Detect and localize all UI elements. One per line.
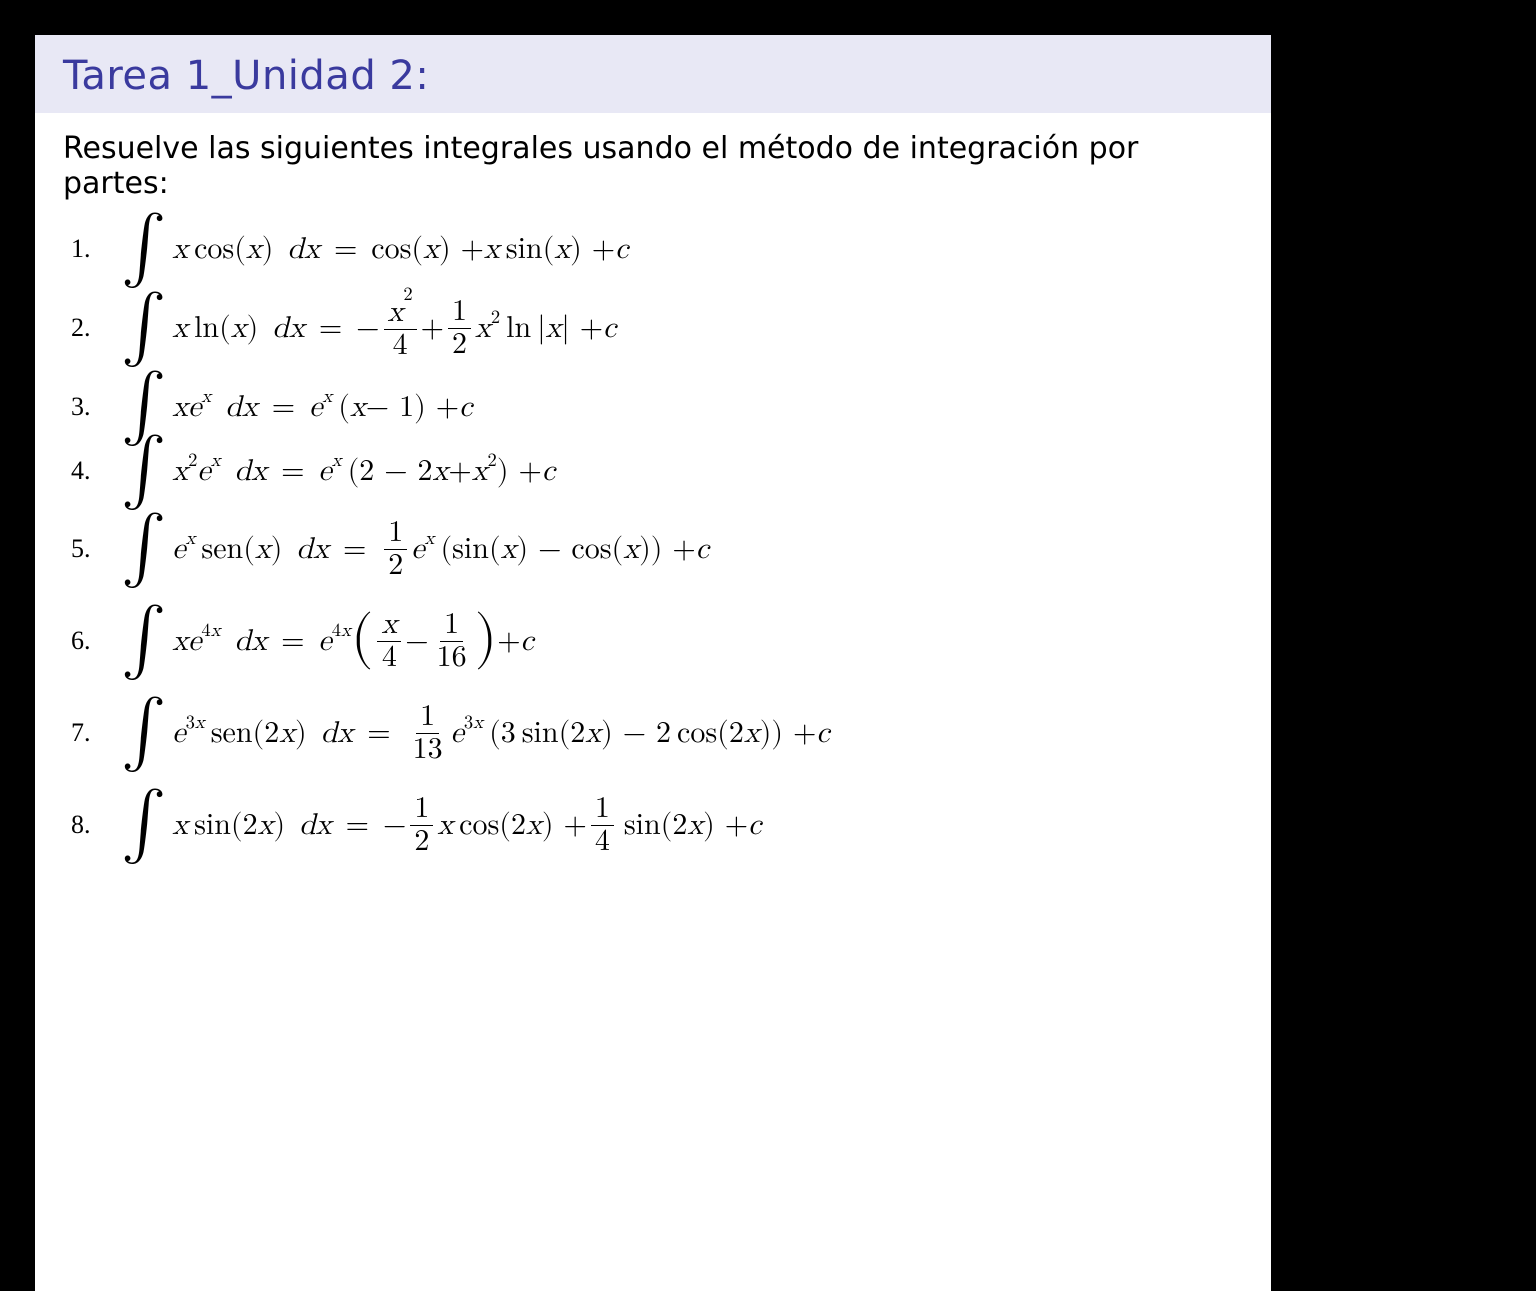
item-number: 3. [71,392,121,422]
equation: ∫ xexdx = ex(x − 1) + c [121,389,472,425]
equation: ∫ xln(x)dx = −x24 +12x2ln|x| + c [121,295,616,361]
item-number: 2. [71,313,121,343]
list-item: 8. ∫ xsin(2x)dx = −12xcos(2x) +14sin(2x)… [71,779,1243,871]
item-number: 5. [71,534,121,564]
list-item: 1. ∫ xcos(x)dx = cos(x) + xsin(x) + c [71,217,1243,281]
item-number: 8. [71,810,121,840]
equation: ∫ exsen(x)dx = 12ex(sin(x) − cos(x)) + c [121,517,709,581]
list-item: 2. ∫ xln(x)dx = −x24 +12x2ln|x| + c [71,281,1243,375]
list-item: 5. ∫ exsen(x)dx = 12ex(sin(x) − cos(x)) … [71,503,1243,595]
item-number: 7. [71,718,121,748]
equation: ∫ x2exdx = ex(2 − 2x + x2) + c [121,453,555,489]
equation: ∫ e3xsen(2x)dx = 113e3x(3sin(2x) − 2cos(… [121,701,830,765]
list-item: 6. ∫ xe4xdx = e4x ( x4 − 116 ) + c [71,595,1243,687]
equation: ∫ xsin(2x)dx = −12xcos(2x) +14sin(2x) + … [121,793,761,857]
equation: ∫ xcos(x)dx = cos(x) + xsin(x) + c [121,231,628,267]
problem-list: 1. ∫ xcos(x)dx = cos(x) + xsin(x) + c 2.… [35,211,1271,871]
item-number: 4. [71,456,121,486]
equation: ∫ xe4xdx = e4x ( x4 − 116 ) + c [121,609,534,673]
page-title: Tarea 1_Unidad 2: [35,35,1271,113]
list-item: 7. ∫ e3xsen(2x)dx = 113e3x(3sin(2x) − 2c… [71,687,1243,779]
document-page: Tarea 1_Unidad 2: Resuelve las siguiente… [35,35,1271,1291]
item-number: 6. [71,626,121,656]
item-number: 1. [71,234,121,264]
list-item: 3. ∫ xexdx = ex(x − 1) + c [71,375,1243,439]
page-subtitle: Resuelve las siguientes integrales usand… [35,113,1271,211]
list-item: 4. ∫ x2exdx = ex(2 − 2x + x2) + c [71,439,1243,503]
